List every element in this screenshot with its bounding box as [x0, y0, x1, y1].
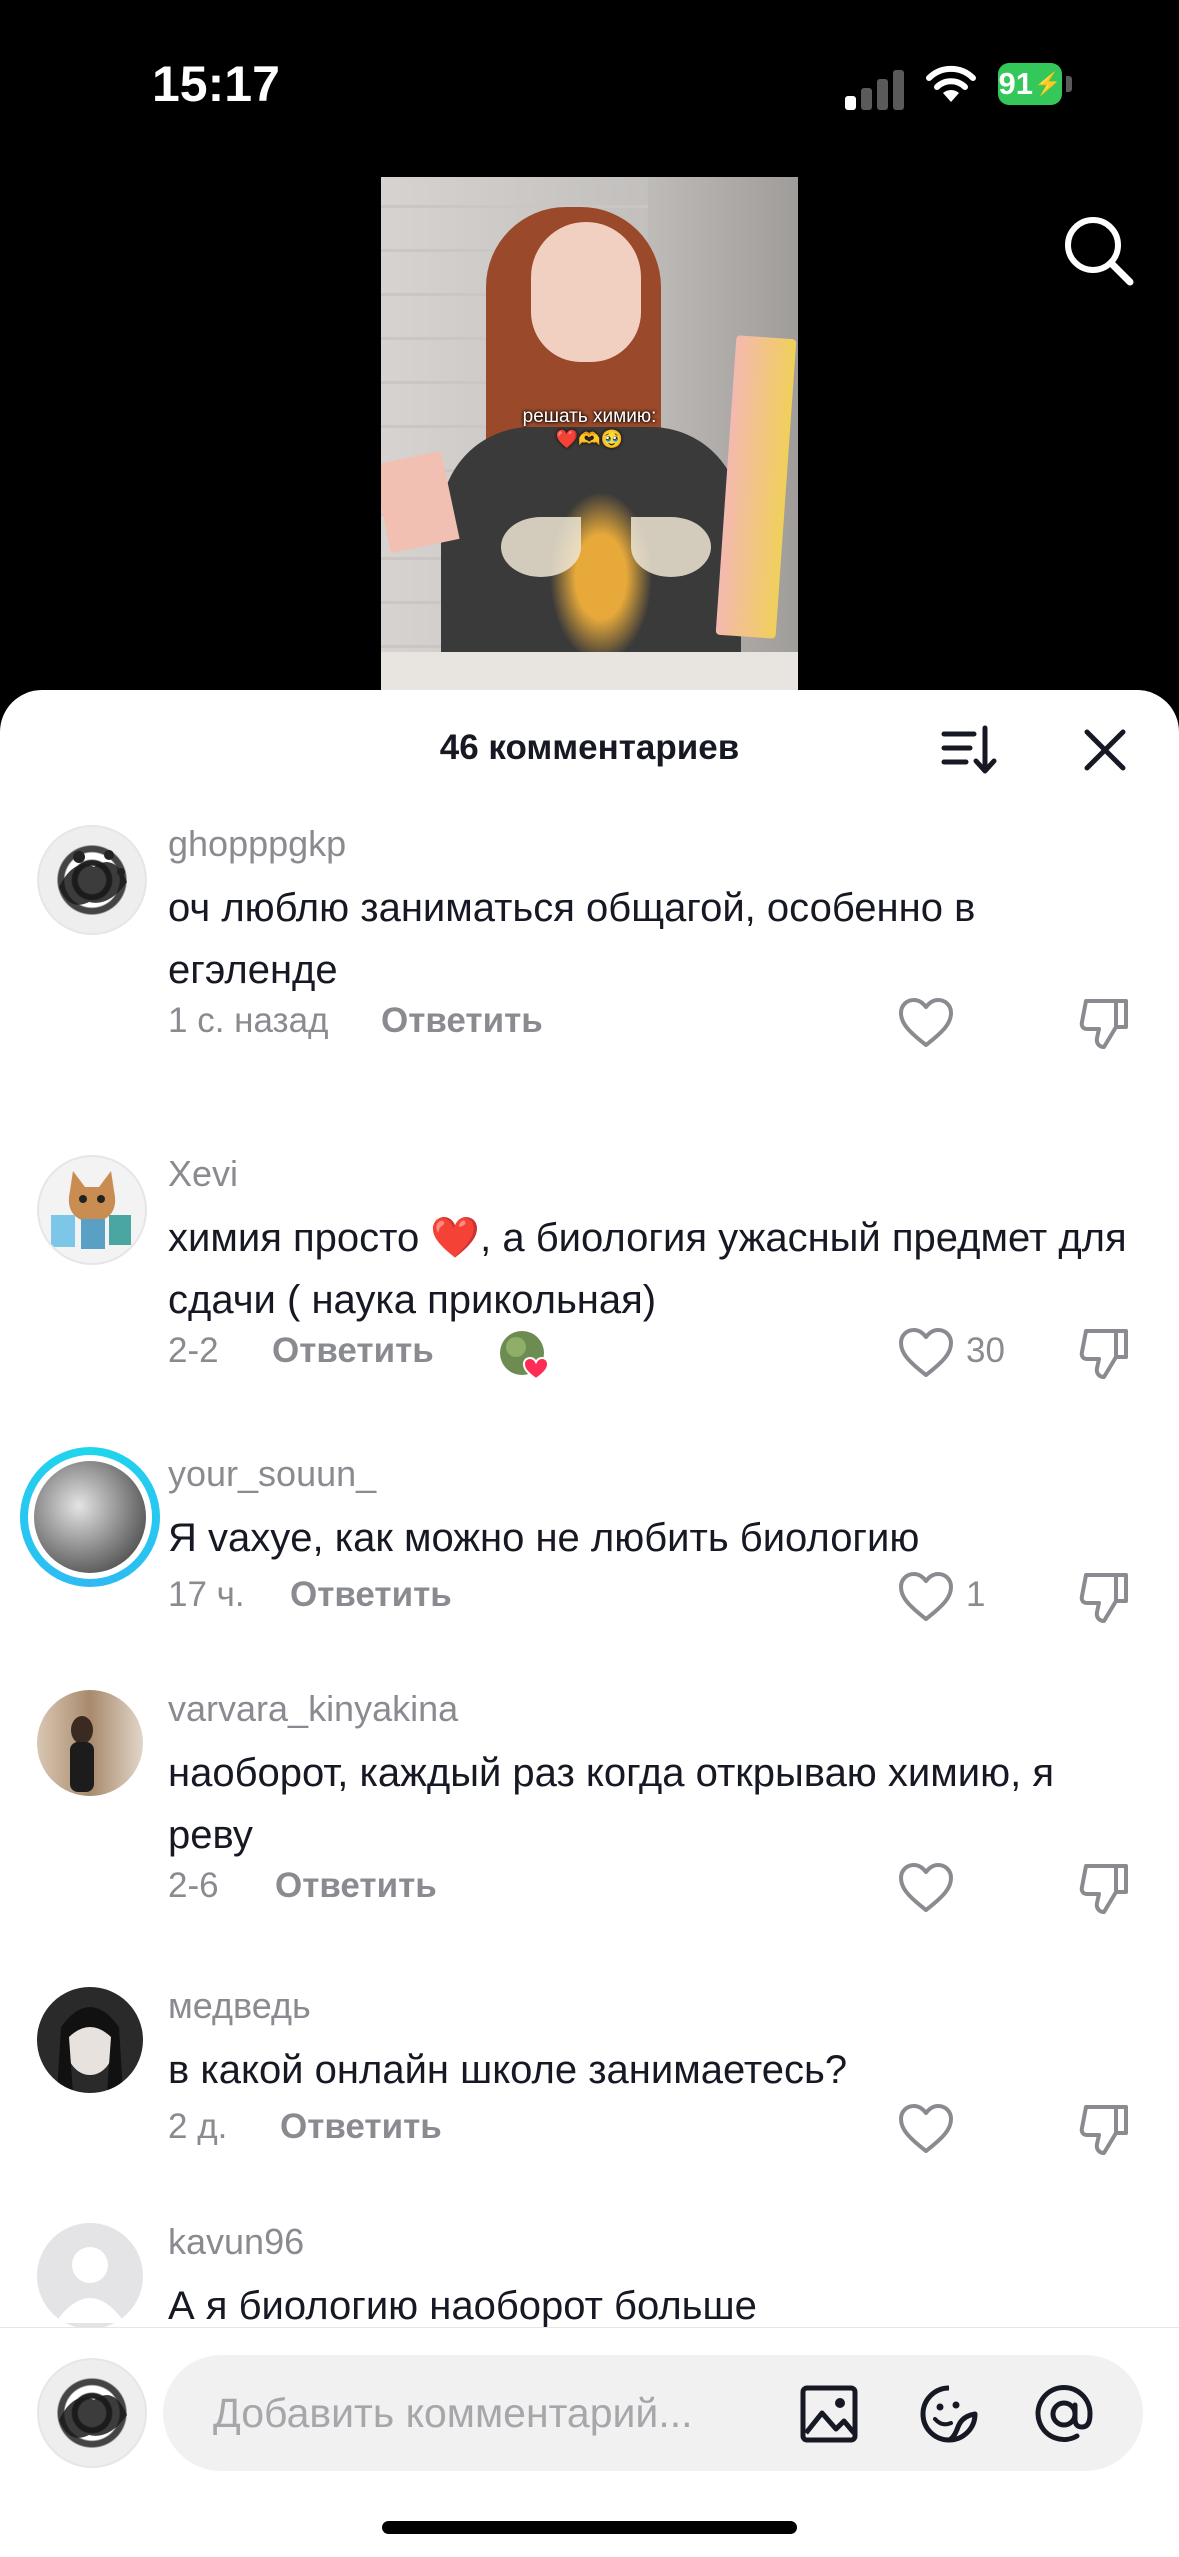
video-caption: решать химию: — [522, 406, 657, 427]
battery-level: 91 — [998, 66, 1034, 101]
video-person-face — [531, 222, 641, 362]
comments-count-title: 46 комментариев — [439, 728, 740, 767]
avatar-live-ring[interactable] — [20, 1447, 160, 1587]
comment-username[interactable]: varvara_kinyakina — [168, 1688, 458, 1730]
avatar[interactable] — [37, 825, 147, 935]
comment-item: медведь в какой онлайн школе занимаетесь… — [0, 1985, 1179, 2217]
comment-time: 2 д. — [168, 2107, 228, 2146]
video-caption-emoji: ❤️🫶🥹 — [555, 429, 624, 449]
comment-input-placeholder: Добавить комментарий... — [213, 2390, 693, 2436]
avatar-image — [59, 2395, 127, 2438]
comment-item: ghopppgkp оч люблю заниматься общагой, о… — [0, 823, 1179, 1145]
comment-text: в какой онлайн школе занимаетесь? — [168, 2048, 848, 2092]
video-desk — [381, 652, 798, 692]
battery-icon: 91 ⚡ — [998, 63, 1062, 105]
default-avatar-icon — [55, 2247, 125, 2323]
comment-text: наоборот, каждый раз когда открываю хими… — [168, 1751, 1054, 1857]
reply-button[interactable]: Ответить — [280, 2107, 442, 2147]
creator-liked-badge — [498, 1329, 550, 1381]
dislike-icon[interactable] — [1078, 2101, 1132, 2157]
avatar[interactable] — [37, 2223, 143, 2329]
close-icon[interactable] — [1075, 720, 1135, 780]
like-heart-icon[interactable] — [898, 1862, 954, 1914]
reply-button[interactable]: Ответить — [272, 1331, 434, 1371]
dislike-icon[interactable] — [1078, 1860, 1132, 1916]
reply-button[interactable]: Ответить — [275, 1866, 437, 1906]
comment-username[interactable]: Xevi — [168, 1153, 238, 1195]
avatar-image — [51, 1171, 131, 1249]
comment-item: kavun96 А я биологию наоборот больше — [0, 2221, 1179, 2343]
battery-nub — [1066, 76, 1072, 92]
dislike-icon[interactable] — [1078, 1325, 1132, 1381]
like-heart-icon[interactable] — [898, 1327, 954, 1379]
video-print-wing — [631, 517, 711, 577]
comment-username[interactable]: kavun96 — [168, 2221, 304, 2263]
comment-item: varvara_kinyakina наоборот, каждый раз к… — [0, 1688, 1179, 1970]
dislike-icon[interactable] — [1078, 1569, 1132, 1625]
comment-text-part: химия просто — [168, 1216, 420, 1260]
avatar[interactable] — [37, 1690, 143, 1796]
reply-button[interactable]: Ответить — [381, 1001, 543, 1041]
comment-text: химия просто ❤️, а биология ужасный пред… — [168, 1207, 1128, 1331]
reply-button[interactable]: Ответить — [290, 1575, 452, 1615]
comment-username[interactable]: медведь — [168, 1985, 311, 2027]
like-heart-icon[interactable] — [898, 1571, 954, 1623]
comment-input[interactable]: Добавить комментарий... — [163, 2355, 1143, 2471]
my-avatar — [37, 2358, 147, 2468]
cellular-signal-icon — [845, 65, 905, 110]
home-indicator — [382, 2521, 797, 2534]
heart-emoji: ❤️ — [430, 1216, 481, 1260]
comment-time: 2-2 — [168, 1331, 219, 1370]
avatar-image — [70, 1716, 94, 1792]
comment-text: Я vaxye, как можно не любить биологию — [168, 1516, 920, 1560]
like-heart-icon[interactable] — [898, 997, 954, 1049]
video-shirt-print — [541, 477, 661, 677]
comment-time: 2-6 — [168, 1866, 219, 1905]
video-print-wing — [501, 517, 581, 577]
comment-time: 1 с. назад — [168, 1001, 329, 1040]
search-icon[interactable] — [1058, 210, 1138, 290]
avatar[interactable] — [37, 1155, 147, 1265]
like-heart-icon[interactable] — [898, 2103, 954, 2155]
avatar[interactable] — [37, 1987, 143, 2093]
mention-icon[interactable] — [1033, 2383, 1095, 2445]
comment-item: Xevi химия просто ❤️, а биология ужасный… — [0, 1153, 1179, 1435]
wifi-icon — [926, 65, 976, 102]
video-preview[interactable]: решать химию: ❤️🫶🥹 — [381, 177, 798, 692]
comment-username[interactable]: your_souun_ — [168, 1453, 376, 1495]
comment-item: your_souun_ Я vaxye, как можно не любить… — [0, 1447, 1179, 1685]
avatar-image — [34, 1461, 146, 1573]
status-bar: 15:17 91 ⚡ — [0, 0, 1179, 170]
comment-time: 17 ч. — [168, 1575, 245, 1614]
avatar-image — [57, 2007, 123, 2093]
comment-username[interactable]: ghopppgkp — [168, 823, 346, 865]
like-count: 1 — [966, 1575, 986, 1614]
dislike-icon[interactable] — [1078, 995, 1132, 1051]
status-time: 15:17 — [152, 56, 280, 112]
image-icon[interactable] — [798, 2383, 860, 2445]
sort-icon[interactable] — [938, 720, 998, 780]
avatar-image — [59, 850, 127, 905]
comment-text: оч люблю заниматься общагой, особенно в … — [168, 886, 976, 992]
sticker-emoji-icon[interactable] — [918, 2383, 980, 2445]
comments-sheet: 46 комментариев ghopppgkp оч люблю заним… — [0, 690, 1179, 2556]
like-count: 30 — [966, 1331, 1005, 1370]
